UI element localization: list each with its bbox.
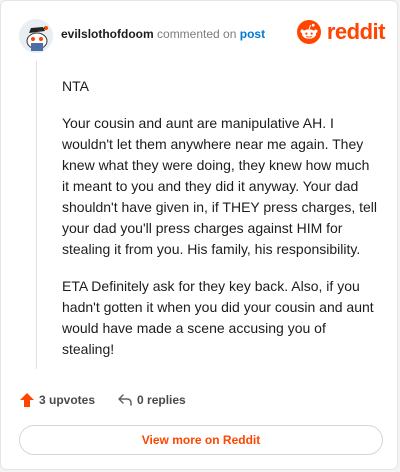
upvote-arrow-icon [20,393,34,407]
reply-arrow-icon [118,394,132,406]
user-avatar[interactable] [19,19,53,53]
comment-embed-card: evilslothofdoom commented on post reddit… [0,0,398,470]
reddit-wordmark: reddit [326,19,386,44]
comment-body: NTA Your cousin and aunt are manipulativ… [62,76,380,376]
reddit-logo-icon [296,20,321,44]
comment-paragraph: ETA Definitely ask for they key back. Al… [62,278,374,357]
reply-count: 0 replies [137,393,186,407]
comment-paragraph: NTA [62,78,89,94]
upvote-count: 3 upvotes [39,393,96,407]
avatar-snoo-icon [19,19,53,53]
view-more-on-reddit-button[interactable]: View more on Reddit [19,425,383,455]
comment-paragraph: Your cousin and aunt are manipulative AH… [62,115,377,257]
comment-actions: 3 upvotes 0 replies [19,389,208,411]
commented-on-text: commented on [157,27,237,41]
reddit-brand-link[interactable]: reddit [296,19,386,45]
comment-header: evilslothofdoom commented on post reddit [19,15,386,55]
post-link[interactable]: post [240,27,265,41]
username-link[interactable]: evilslothofdoom [61,27,154,41]
comment-meta: evilslothofdoom commented on post [61,27,265,41]
upvote-button[interactable]: 3 upvotes [19,392,95,408]
reply-button[interactable]: 0 replies [117,392,186,408]
thread-line [36,61,37,369]
